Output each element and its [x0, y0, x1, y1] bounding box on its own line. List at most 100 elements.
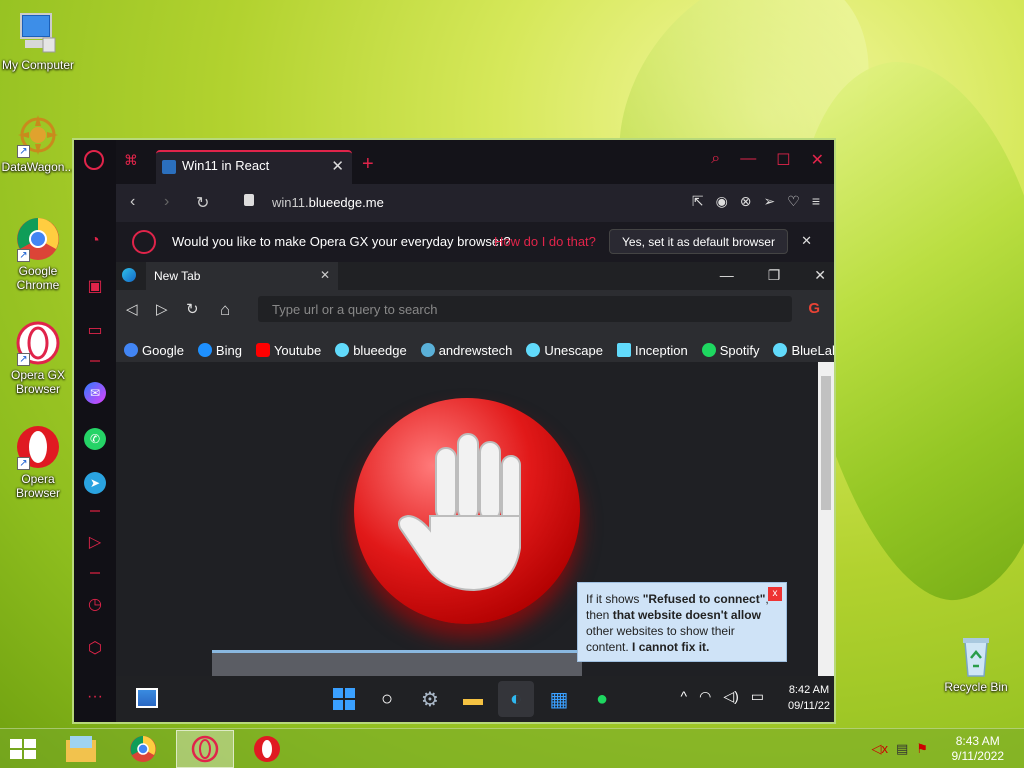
bookmark-label: Google — [142, 342, 184, 358]
home-icon[interactable]: ⌂ — [220, 300, 230, 320]
share-icon[interactable]: ⇱ — [692, 193, 704, 210]
gx-tab-title: Win11 in React — [182, 158, 270, 173]
whatsapp-icon[interactable]: ✆ — [84, 428, 106, 450]
wifi-icon[interactable]: ◠ — [699, 688, 711, 705]
minimize-icon[interactable]: — — [740, 150, 756, 170]
twitch-icon[interactable]: ▭ — [84, 320, 106, 342]
desktop-icon-datawagon[interactable]: ↗ DataWagon... — [0, 112, 76, 174]
close-tooltip-icon[interactable]: x — [768, 587, 782, 601]
stop-hand-icon — [354, 398, 580, 624]
telegram-icon[interactable]: ➤ — [84, 472, 106, 494]
gx-tab-win11[interactable]: Win11 in React ✕ — [156, 150, 352, 184]
spotify-icon[interactable]: ● — [584, 681, 620, 717]
lock-icon — [244, 194, 254, 206]
bookmark-blueedge[interactable]: blueedge — [335, 338, 407, 362]
send-icon[interactable]: ➢ — [764, 193, 776, 210]
edge-search-input[interactable]: Type url or a query to search — [258, 296, 792, 322]
gx-corner-icon[interactable]: ▣ — [84, 276, 106, 298]
widgets-icon[interactable] — [136, 688, 158, 708]
back-icon[interactable]: ◁ — [126, 300, 138, 318]
player-icon[interactable]: ▷ — [84, 532, 106, 554]
reload-icon[interactable]: ↻ — [196, 193, 209, 213]
more-icon[interactable]: ··· — [84, 686, 106, 708]
close-prompt-icon[interactable]: ✕ — [801, 233, 812, 249]
volume-icon[interactable]: ◁) — [723, 688, 738, 705]
desktop-icon-label: My Computer — [1, 58, 75, 72]
desktop-icon-opera[interactable]: ↗ Opera Browser — [0, 424, 76, 500]
win11-clock[interactable]: 8:42 AM 09/11/22 — [788, 682, 830, 714]
start-icon[interactable] — [326, 681, 362, 717]
back-icon[interactable]: ‹ — [130, 193, 135, 211]
bookmark-youtube[interactable]: Youtube — [255, 338, 321, 362]
bookmark-inception[interactable]: Inception — [616, 338, 688, 362]
edge-icon — [122, 268, 136, 282]
bookmark-google[interactable]: Google — [124, 338, 184, 362]
bookmark-andrewstech[interactable]: andrewstech — [420, 338, 512, 362]
history-icon[interactable]: ◷ — [84, 594, 106, 616]
scrollbar[interactable] — [818, 362, 834, 676]
easy-setup-icon[interactable]: ≡ — [812, 193, 820, 210]
sidebar-divider — [90, 360, 100, 362]
close-window-icon[interactable]: ✕ — [811, 150, 824, 170]
window-controls: ⌕ — ☐ ✕ — [711, 150, 824, 170]
chrome-taskbar-icon[interactable] — [114, 730, 172, 768]
close-icon[interactable]: ✕ — [814, 267, 826, 284]
store-icon[interactable]: ▦ — [541, 681, 577, 717]
desktop-icon-opera-gx[interactable]: ↗ Opera GX Browser — [0, 320, 76, 396]
edge-icon[interactable]: ◐ — [498, 681, 534, 717]
bookmark-bluelab[interactable]: BlueLab — [773, 338, 834, 362]
url-field[interactable]: win11.blueedge.me — [272, 195, 384, 210]
andrewstech-icon — [420, 343, 435, 357]
minimize-icon[interactable]: — — [720, 267, 734, 284]
opera-logo-icon — [132, 230, 156, 254]
action-center-icon[interactable]: ⚑ — [916, 741, 928, 757]
react-icon — [773, 343, 788, 357]
file-explorer-taskbar-icon[interactable] — [52, 730, 110, 768]
desktop-icon-my-computer[interactable]: My Computer — [0, 10, 76, 72]
how-link[interactable]: How do I do that? — [494, 234, 596, 249]
settings-icon[interactable]: ⚙ — [412, 681, 448, 717]
network-icon[interactable]: ▤ — [896, 741, 908, 757]
gamepad-icon[interactable]: ⌘ — [124, 152, 138, 169]
battery-icon[interactable]: ▭ — [751, 688, 764, 705]
taskbar-clock[interactable]: 8:43 AM 9/11/2022 — [952, 734, 1005, 764]
spotify-icon — [701, 343, 716, 357]
reload-icon[interactable]: ↻ — [186, 300, 199, 318]
chevron-up-icon[interactable]: ^ — [681, 688, 688, 705]
new-tab-icon[interactable]: + — [362, 153, 374, 176]
opera-gx-taskbar-icon[interactable] — [176, 730, 234, 768]
heart-icon[interactable]: ♡ — [787, 193, 800, 210]
google-icon — [124, 343, 138, 357]
start-button[interactable] — [10, 739, 38, 759]
forward-icon[interactable]: ▷ — [156, 300, 168, 318]
extensions-icon[interactable]: ⬡ — [84, 638, 106, 660]
desktop-icon-recycle-bin[interactable]: Recycle Bin — [938, 632, 1014, 694]
messenger-icon[interactable]: ✉ — [84, 382, 106, 404]
bookmark-unescape[interactable]: Unescape — [526, 338, 603, 362]
close-tab-icon[interactable]: ✕ — [320, 268, 330, 282]
desktop-icon-chrome[interactable]: ↗ Google Chrome — [0, 216, 76, 292]
volume-muted-icon[interactable]: ◁x — [872, 741, 889, 757]
forward-icon[interactable]: › — [164, 193, 169, 211]
adblock-icon[interactable]: ⊗ — [740, 193, 752, 210]
shortcut-arrow-icon: ↗ — [17, 249, 30, 262]
camera-icon[interactable]: ◉ — [716, 193, 728, 210]
speed-dial-icon[interactable]: ◔ — [84, 230, 106, 252]
maximize-icon[interactable]: ☐ — [776, 150, 790, 170]
react-icon — [526, 343, 541, 357]
opera-gx-menu-icon[interactable] — [84, 150, 104, 170]
bookmark-spotify[interactable]: Spotify — [701, 338, 759, 362]
search-tabs-icon[interactable]: ⌕ — [711, 150, 720, 170]
bookmark-label: BlueLab — [791, 342, 834, 358]
win11-edge-window: New Tab ✕ — ❐ ✕ ◁ ▷ ↻ ⌂ Type url or a qu… — [116, 262, 834, 722]
edge-tab[interactable]: New Tab ✕ — [146, 262, 338, 290]
file-explorer-icon[interactable]: ▬ — [455, 681, 491, 717]
search-icon[interactable]: ○ — [369, 681, 405, 717]
bookmark-bing[interactable]: Bing — [197, 338, 242, 362]
opera-taskbar-icon[interactable] — [238, 730, 296, 768]
close-tab-icon[interactable]: ✕ — [331, 157, 344, 175]
scrollbar-thumb[interactable] — [821, 376, 831, 510]
taskbar: ◁x ▤ ⚑ 8:43 AM 9/11/2022 — [0, 728, 1024, 768]
set-default-button[interactable]: Yes, set it as default browser — [609, 229, 788, 254]
restore-icon[interactable]: ❐ — [768, 267, 781, 284]
